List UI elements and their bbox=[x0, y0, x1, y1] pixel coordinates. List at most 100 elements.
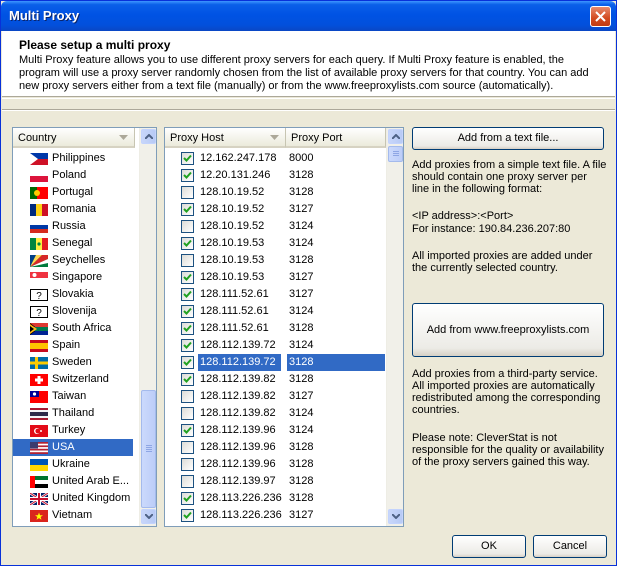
country-name: Singapore bbox=[52, 271, 103, 283]
proxy-row[interactable]: 12.162.247.178 8000 bbox=[165, 150, 385, 167]
country-item[interactable]: Russia bbox=[13, 218, 133, 235]
proxy-host-column-header[interactable]: Proxy Host bbox=[165, 128, 286, 148]
proxy-enabled-checkbox[interactable] bbox=[181, 271, 194, 284]
proxy-enabled-checkbox[interactable] bbox=[181, 373, 194, 386]
country-item[interactable]: ? Slovakia bbox=[13, 286, 133, 303]
proxy-port: 3127 bbox=[289, 288, 314, 300]
proxy-enabled-checkbox[interactable] bbox=[181, 441, 194, 454]
country-item[interactable]: Seychelles bbox=[13, 252, 133, 269]
add-from-text-file-button[interactable]: Add from a text file... bbox=[412, 127, 604, 150]
proxy-port: 3124 bbox=[289, 237, 314, 249]
proxy-port-column-header[interactable]: Proxy Port bbox=[286, 128, 386, 148]
proxy-row[interactable]: 128.112.139.82 3124 bbox=[165, 405, 385, 422]
proxy-enabled-checkbox[interactable] bbox=[181, 220, 194, 233]
proxy-row[interactable]: 128.111.52.61 3127 bbox=[165, 286, 385, 303]
country-item[interactable]: United Kingdom bbox=[13, 490, 133, 507]
proxy-row[interactable]: 128.112.139.96 3124 bbox=[165, 422, 385, 439]
poland-flag-icon bbox=[30, 170, 48, 182]
proxy-row[interactable]: 128.112.139.82 3128 bbox=[165, 371, 385, 388]
proxy-row[interactable]: 128.112.139.97 3128 bbox=[165, 473, 385, 490]
proxy-row[interactable]: 128.113.226.236 3127 bbox=[165, 507, 385, 524]
cancel-button[interactable]: Cancel bbox=[533, 535, 607, 558]
country-item[interactable]: Taiwan bbox=[13, 388, 133, 405]
proxy-row[interactable]: 128.112.139.96 3128 bbox=[165, 456, 385, 473]
country-item[interactable]: Portugal bbox=[13, 184, 133, 201]
proxy-enabled-checkbox[interactable] bbox=[181, 424, 194, 437]
proxy-list[interactable]: Proxy Host Proxy Port 12.162.247.178 8000… bbox=[164, 127, 404, 527]
header-divider bbox=[2, 98, 615, 99]
proxy-host: 12.162.247.178 bbox=[200, 152, 277, 164]
proxy-enabled-checkbox[interactable] bbox=[181, 390, 194, 403]
scroll-down-button[interactable] bbox=[141, 509, 156, 524]
proxy-row[interactable]: 128.113.226.236 3128 bbox=[165, 490, 385, 507]
proxy-enabled-checkbox[interactable] bbox=[181, 186, 194, 199]
proxy-row[interactable]: 128.10.19.53 3124 bbox=[165, 235, 385, 252]
proxy-row[interactable]: 12.20.131.246 3128 bbox=[165, 167, 385, 184]
scroll-up-button[interactable] bbox=[388, 129, 403, 144]
proxy-enabled-checkbox[interactable] bbox=[181, 339, 194, 352]
proxy-enabled-checkbox[interactable] bbox=[181, 407, 194, 420]
proxy-enabled-checkbox[interactable] bbox=[181, 322, 194, 335]
checkmark-icon bbox=[183, 511, 192, 519]
proxy-enabled-checkbox[interactable] bbox=[181, 169, 194, 182]
proxy-port: 3128 bbox=[289, 322, 314, 334]
proxy-enabled-checkbox[interactable] bbox=[181, 356, 194, 369]
scroll-down-button[interactable] bbox=[388, 509, 403, 524]
scroll-up-button[interactable] bbox=[141, 129, 156, 144]
add-from-freeproxylists-button[interactable]: Add from www.freeproxylists.com bbox=[412, 303, 604, 357]
country-item[interactable]: ? Slovenija bbox=[13, 303, 133, 320]
proxy-enabled-checkbox[interactable] bbox=[181, 509, 194, 522]
country-item[interactable]: Ukraine bbox=[13, 456, 133, 473]
proxy-enabled-checkbox[interactable] bbox=[181, 305, 194, 318]
proxy-row[interactable]: 128.112.139.96 3128 bbox=[165, 439, 385, 456]
proxy-port: 3128 bbox=[289, 169, 314, 181]
country-item[interactable]: Thailand bbox=[13, 405, 133, 422]
chevron-up-icon bbox=[145, 134, 153, 139]
proxy-enabled-checkbox[interactable] bbox=[181, 237, 194, 250]
proxy-enabled-checkbox[interactable] bbox=[181, 203, 194, 216]
ukraine-flag-icon bbox=[30, 459, 48, 471]
proxy-row[interactable]: 128.10.19.53 3127 bbox=[165, 269, 385, 286]
country-item[interactable]: Sweden bbox=[13, 354, 133, 371]
proxy-enabled-checkbox[interactable] bbox=[181, 288, 194, 301]
proxy-row[interactable]: 128.111.52.61 3128 bbox=[165, 320, 385, 337]
country-item[interactable]: Vietnam bbox=[13, 507, 133, 524]
scroll-thumb[interactable] bbox=[388, 146, 403, 162]
country-item[interactable]: Senegal bbox=[13, 235, 133, 252]
proxy-port: 3128 bbox=[289, 186, 314, 198]
proxy-port: 3124 bbox=[289, 220, 314, 232]
scroll-thumb[interactable] bbox=[141, 390, 156, 508]
proxy-row[interactable]: 128.10.19.53 3128 bbox=[165, 252, 385, 269]
proxy-row[interactable]: 128.112.139.72 3124 bbox=[165, 337, 385, 354]
country-item[interactable]: Turkey bbox=[13, 422, 133, 439]
proxy-row[interactable]: 128.10.19.52 3127 bbox=[165, 201, 385, 218]
country-item[interactable]: Philippines bbox=[13, 150, 133, 167]
proxy-enabled-checkbox[interactable] bbox=[181, 475, 194, 488]
close-button[interactable] bbox=[590, 6, 611, 27]
proxy-enabled-checkbox[interactable] bbox=[181, 458, 194, 471]
proxy-port: 3128 bbox=[287, 354, 385, 371]
country-list[interactable]: Country Philippines Poland Portugal Romania… bbox=[12, 127, 157, 527]
country-column-header[interactable]: Country bbox=[13, 128, 135, 148]
country-item[interactable]: USA bbox=[13, 439, 133, 456]
proxy-row[interactable]: 128.112.139.82 3127 bbox=[165, 388, 385, 405]
country-item[interactable]: South Africa bbox=[13, 320, 133, 337]
title-bar[interactable]: Multi Proxy bbox=[1, 1, 616, 31]
proxy-enabled-checkbox[interactable] bbox=[181, 492, 194, 505]
proxy-row[interactable]: 128.10.19.52 3128 bbox=[165, 184, 385, 201]
country-item[interactable]: Switzerland bbox=[13, 371, 133, 388]
country-item[interactable]: Singapore bbox=[13, 269, 133, 286]
country-item[interactable]: Romania bbox=[13, 201, 133, 218]
ok-button[interactable]: OK bbox=[452, 535, 526, 558]
proxy-enabled-checkbox[interactable] bbox=[181, 254, 194, 267]
proxy-host: 128.10.19.52 bbox=[200, 186, 265, 198]
proxy-scrollbar[interactable] bbox=[386, 128, 403, 526]
proxy-row[interactable]: 128.112.139.72 3128 bbox=[165, 354, 385, 371]
country-item[interactable]: Poland bbox=[13, 167, 133, 184]
country-item[interactable]: United Arab E... bbox=[13, 473, 133, 490]
proxy-row[interactable]: 128.10.19.52 3124 bbox=[165, 218, 385, 235]
proxy-enabled-checkbox[interactable] bbox=[181, 152, 194, 165]
proxy-row[interactable]: 128.111.52.61 3124 bbox=[165, 303, 385, 320]
country-item[interactable]: Spain bbox=[13, 337, 133, 354]
country-scrollbar[interactable] bbox=[139, 128, 156, 526]
